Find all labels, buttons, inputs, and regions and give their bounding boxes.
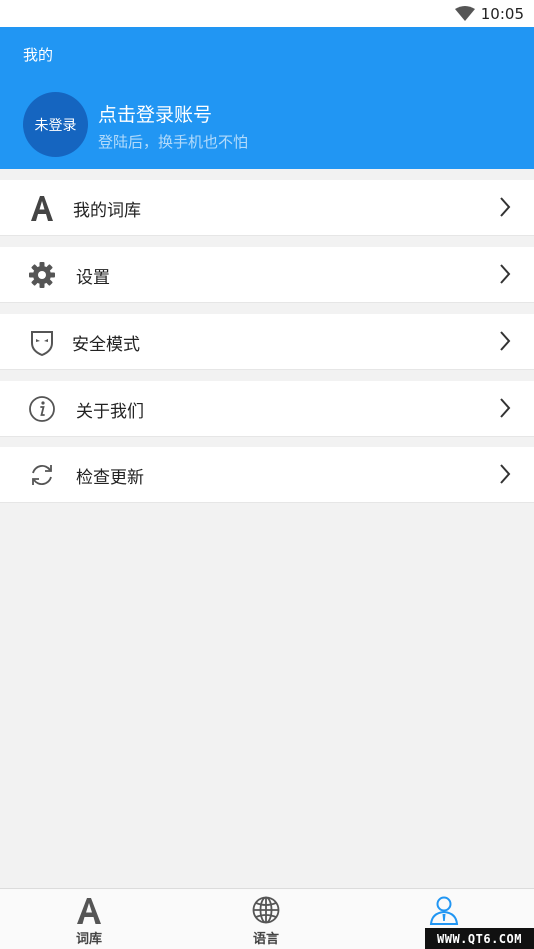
- globe-icon: [252, 896, 280, 924]
- menu-item-about-us[interactable]: 关于我们: [0, 381, 534, 437]
- nav-tab-dictionary[interactable]: 词库: [59, 895, 119, 947]
- refresh-icon: [27, 460, 57, 490]
- chevron-right-icon: [500, 398, 511, 418]
- menu-item-my-dictionary[interactable]: 我的词库: [0, 180, 534, 236]
- gear-icon: [27, 260, 57, 290]
- avatar[interactable]: 未登录: [23, 92, 88, 157]
- nav-label: 语言: [252, 932, 279, 947]
- chevron-right-icon: [500, 197, 511, 217]
- status-bar: 10:05: [0, 0, 534, 27]
- chevron-right-icon: [500, 464, 511, 484]
- info-icon: [27, 394, 57, 424]
- person-icon: [429, 896, 459, 925]
- menu-item-label: 检查更新: [76, 468, 144, 488]
- profile-header: 我的 未登录 点击登录账号 登陆后，换手机也不怕: [0, 27, 534, 169]
- nav-label: 词库: [75, 932, 102, 947]
- chevron-right-icon: [500, 264, 511, 284]
- menu-item-safe-mode[interactable]: 安全模式: [0, 314, 534, 370]
- letter-a-icon: [27, 193, 57, 223]
- watermark: WWW.QT6.COM: [425, 928, 534, 949]
- letter-a-icon: [77, 898, 101, 924]
- menu-item-label: 设置: [76, 268, 110, 288]
- menu-item-settings[interactable]: 设置: [0, 247, 534, 303]
- menu-item-label: 关于我们: [76, 402, 144, 422]
- login-prompt[interactable]: 点击登录账号: [98, 100, 212, 127]
- menu-item-label: 我的词库: [73, 201, 141, 221]
- login-subtitle: 登陆后，换手机也不怕: [98, 133, 249, 151]
- menu-item-check-update[interactable]: 检查更新: [0, 447, 534, 503]
- status-time: 10:05: [480, 5, 524, 23]
- page-title: 我的: [23, 46, 54, 64]
- mask-shield-icon: [27, 327, 57, 357]
- chevron-right-icon: [500, 331, 511, 351]
- wifi-icon: [455, 6, 475, 21]
- nav-tab-language[interactable]: 语言: [236, 895, 296, 947]
- menu-item-label: 安全模式: [72, 335, 140, 355]
